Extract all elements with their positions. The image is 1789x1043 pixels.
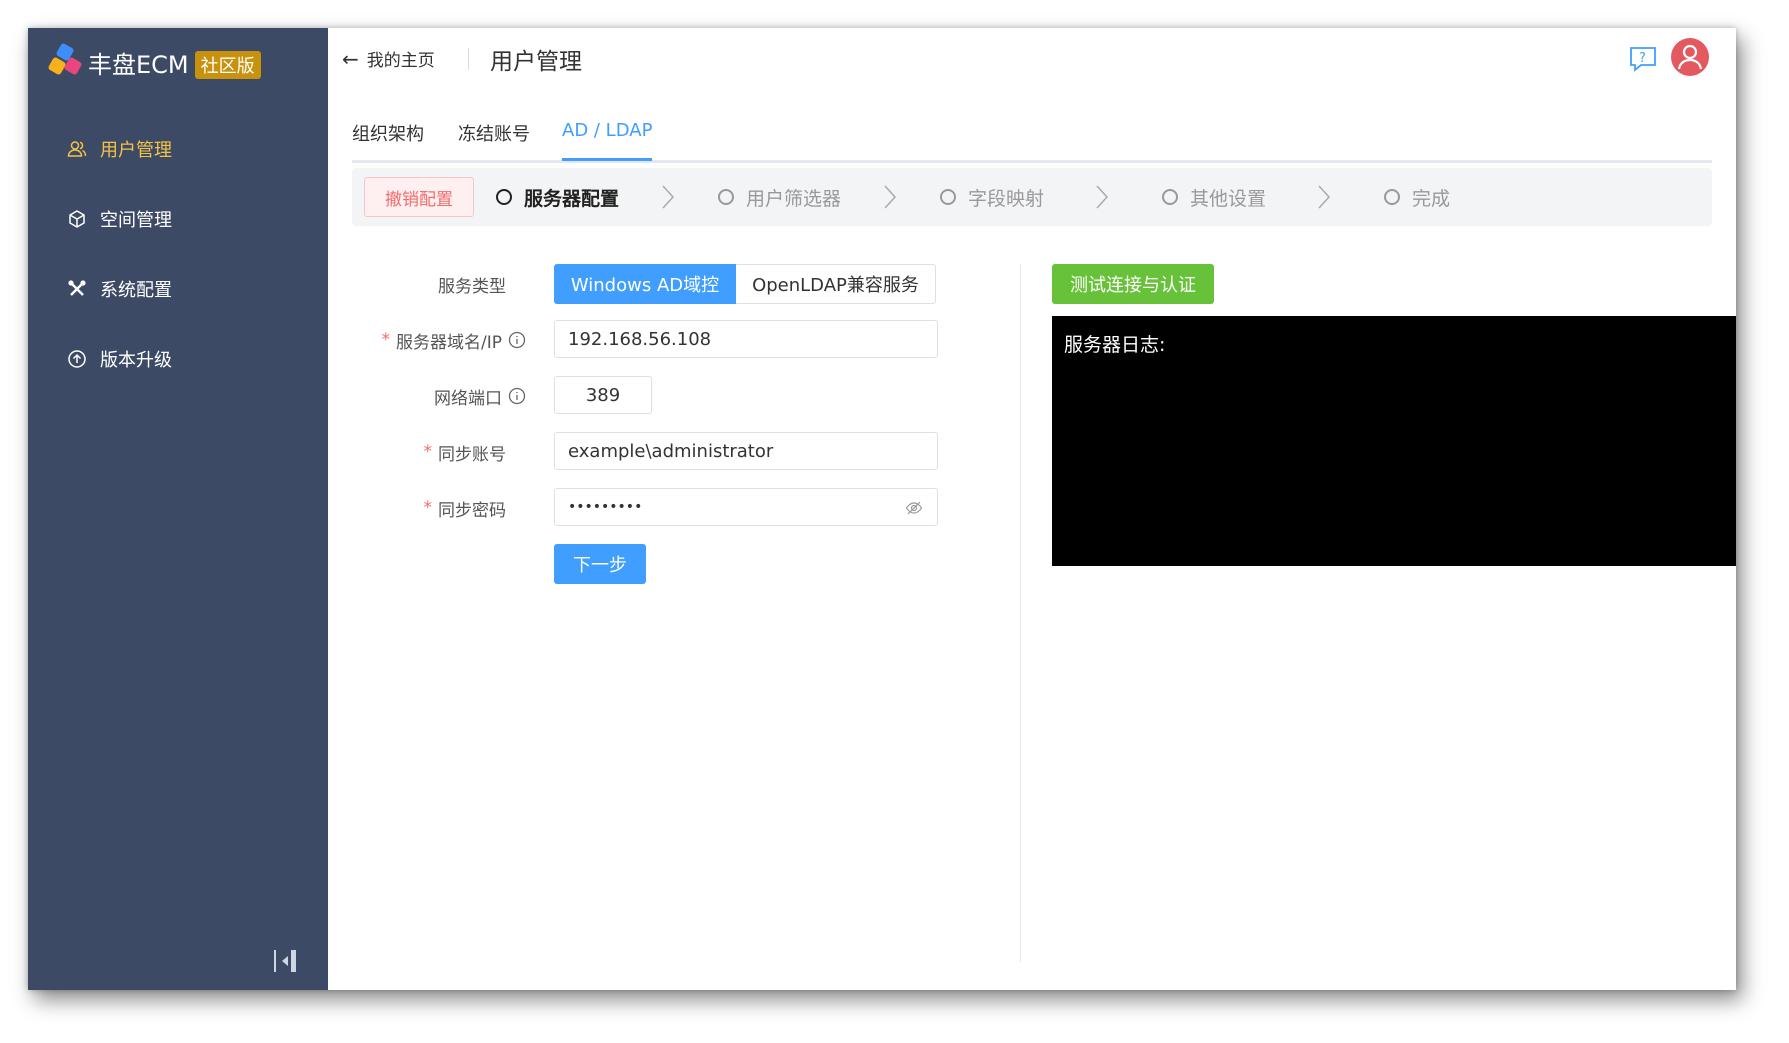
svg-text:?: ?: [1639, 51, 1646, 66]
port-input[interactable]: 389: [554, 376, 652, 414]
sidebar-nav: 用户管理 空间管理 系统配置 版本升级: [28, 114, 328, 394]
tab-ad-ldap[interactable]: AD / LDAP: [562, 120, 653, 161]
sync-password-input[interactable]: •••••••••: [554, 488, 938, 526]
app-logo: 丰盘ECM 社区版: [47, 42, 261, 82]
info-icon[interactable]: [508, 387, 526, 405]
step-complete: 完成: [1384, 168, 1450, 226]
next-row: 下一步: [328, 544, 888, 584]
back-label: 我的主页: [366, 51, 435, 71]
sidebar-item-label: 版本升级: [100, 350, 172, 371]
chevron-right-icon: [884, 185, 897, 209]
app-name: 丰盘ECM: [88, 50, 189, 79]
main-content: ← 我的主页 用户管理 ? 组织架构 冻结账号 AD / LDAP 撤销配置 服…: [328, 28, 1736, 990]
user-icon: [1677, 44, 1703, 70]
app-window: 丰盘ECM 社区版 用户管理 空间管理 系统配置 版本升级 ← 我的主页 用户管…: [28, 28, 1736, 990]
page-title: 用户管理: [490, 49, 582, 75]
sidebar: 丰盘ECM 社区版 用户管理 空间管理 系统配置 版本升级: [28, 28, 328, 990]
port-row: 网络端口 389: [328, 376, 888, 416]
required-marker: *: [381, 330, 391, 350]
chevron-right-icon: [1096, 185, 1109, 209]
step-label: 用户筛选器: [746, 187, 842, 210]
tab-frozen-accounts[interactable]: 冻结账号: [458, 120, 530, 158]
tab-bar: 组织架构 冻结账号 AD / LDAP: [352, 116, 1712, 163]
cancel-config-button[interactable]: 撤销配置: [364, 177, 474, 217]
edition-badge: 社区版: [194, 51, 261, 79]
password-label: * 同步密码: [423, 498, 507, 521]
sync-account-input[interactable]: example\administrator: [554, 432, 938, 470]
collapse-sidebar-icon[interactable]: [270, 946, 300, 976]
sidebar-item-system-config[interactable]: 系统配置: [28, 254, 328, 324]
sidebar-item-space-management[interactable]: 空间管理: [28, 184, 328, 254]
step-label: 其他设置: [1190, 187, 1267, 210]
account-label: * 同步账号: [423, 442, 507, 465]
users-icon: [66, 138, 88, 160]
service-type-row: 服务类型 Windows AD域控 OpenLDAP兼容服务: [328, 264, 936, 304]
chevron-right-icon: [662, 185, 675, 209]
password-row: * 同步密码 •••••••••: [328, 488, 938, 528]
step-field-mapping: 字段映射: [940, 168, 1044, 226]
step-circle-icon: [940, 189, 956, 205]
chevron-right-icon: [1318, 185, 1331, 209]
required-marker: *: [423, 498, 433, 518]
next-step-button[interactable]: 下一步: [554, 544, 646, 584]
sidebar-item-label: 系统配置: [100, 280, 172, 301]
top-bar: ← 我的主页 用户管理 ?: [328, 28, 1736, 88]
server-label: * 服务器域名/IP: [382, 320, 527, 360]
sidebar-item-user-management[interactable]: 用户管理: [28, 114, 328, 184]
server-log-title: 服务器日志:: [1064, 334, 1166, 356]
required-marker: *: [423, 442, 433, 462]
arrow-left-icon: ←: [342, 46, 359, 71]
step-label: 服务器配置: [524, 187, 620, 210]
step-circle-icon: [496, 189, 512, 205]
info-icon[interactable]: [508, 331, 526, 349]
server-log-panel: 服务器日志:: [1052, 316, 1736, 566]
step-server-config: 服务器配置: [496, 168, 619, 226]
header-divider: [468, 48, 469, 70]
back-to-home-link[interactable]: ← 我的主页: [342, 46, 435, 72]
eye-off-icon[interactable]: [905, 499, 923, 517]
logo-icon: [47, 42, 83, 79]
sidebar-item-version-upgrade[interactable]: 版本升级: [28, 324, 328, 394]
sidebar-item-label: 用户管理: [100, 140, 172, 161]
step-circle-icon: [1162, 189, 1178, 205]
sidebar-item-label: 空间管理: [100, 210, 172, 231]
step-user-filter: 用户筛选器: [718, 168, 841, 226]
column-divider: [1020, 264, 1021, 962]
step-other-settings: 其他设置: [1162, 168, 1266, 226]
account-row: * 同步账号 example\administrator: [328, 432, 938, 472]
upgrade-icon: [66, 348, 88, 370]
password-mask: •••••••••: [568, 499, 643, 515]
server-row: * 服务器域名/IP 192.168.56.108: [328, 320, 938, 360]
help-chat-icon[interactable]: ?: [1628, 44, 1658, 74]
windows-ad-option[interactable]: Windows AD域控: [554, 264, 736, 304]
user-avatar[interactable]: [1671, 38, 1709, 76]
port-label: 网络端口: [434, 376, 526, 416]
service-type-toggle: Windows AD域控 OpenLDAP兼容服务: [554, 264, 936, 304]
tools-icon: [66, 278, 88, 300]
step-circle-icon: [718, 189, 734, 205]
server-input[interactable]: 192.168.56.108: [554, 320, 938, 358]
test-connection-button[interactable]: 测试连接与认证: [1052, 264, 1214, 304]
step-label: 完成: [1412, 187, 1451, 210]
cube-icon: [66, 208, 88, 230]
tab-org-structure[interactable]: 组织架构: [352, 120, 424, 158]
openldap-option[interactable]: OpenLDAP兼容服务: [736, 264, 936, 304]
step-label: 字段映射: [968, 187, 1045, 210]
service-type-label: 服务类型: [438, 276, 506, 297]
steps-bar: 撤销配置 服务器配置 用户筛选器 字段映射 其他设置 完成: [352, 168, 1712, 226]
step-circle-icon: [1384, 189, 1400, 205]
